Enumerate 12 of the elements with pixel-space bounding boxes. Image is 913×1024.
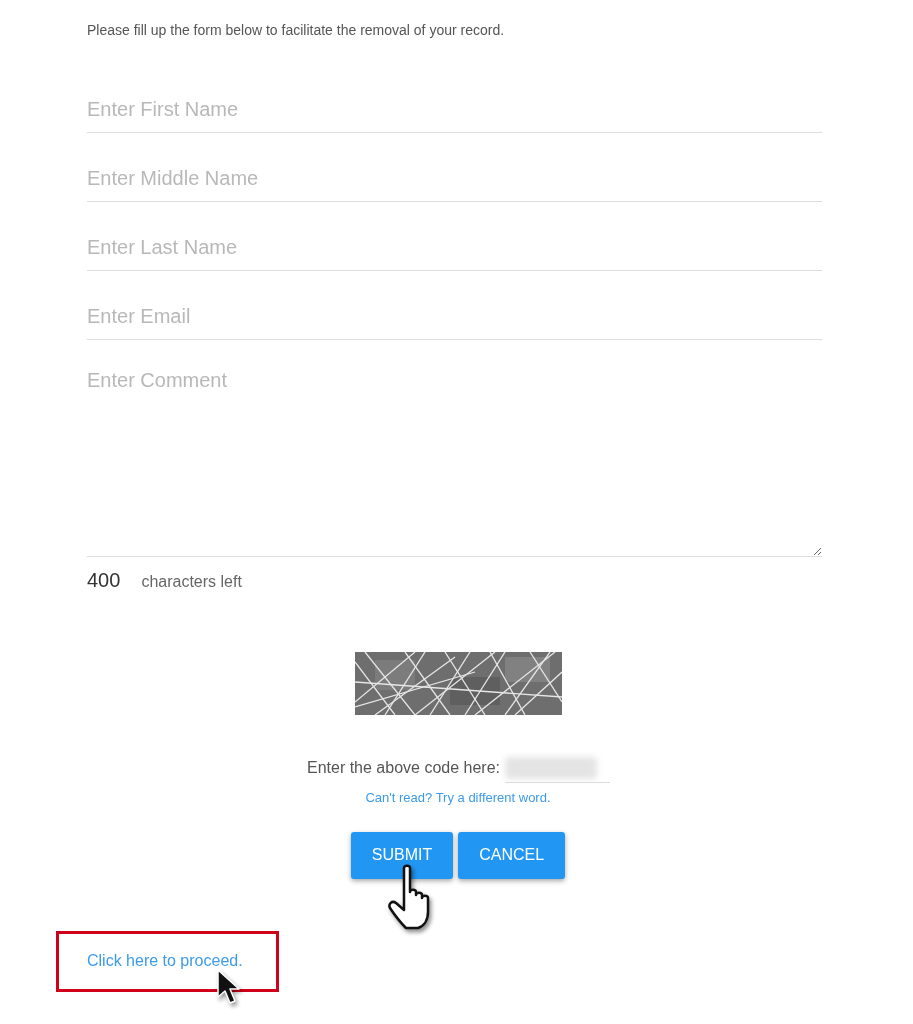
cancel-button[interactable]: CANCEL [458, 831, 566, 879]
proceed-link[interactable]: Click here to proceed. [87, 949, 243, 973]
text-input-field[interactable]: Enter First Name [87, 87, 822, 133]
intro-text: Please fill up the form below to facilitate the removal of your record. [87, 21, 506, 39]
different-word-link[interactable]: Can't read? Try a different word. [365, 788, 551, 808]
characters-counter: 400 [87, 568, 121, 593]
text-input-field[interactable]: Enter Middle Name [87, 156, 822, 202]
text-input-field[interactable]: Enter Email [87, 294, 822, 340]
characters-left-label: characters left [141, 572, 242, 592]
captcha-prompt: Enter the above code here: [307, 758, 500, 778]
text-input-field[interactable]: Enter Last Name [87, 225, 822, 271]
comment-textarea[interactable]: Enter Comment [87, 363, 822, 557]
